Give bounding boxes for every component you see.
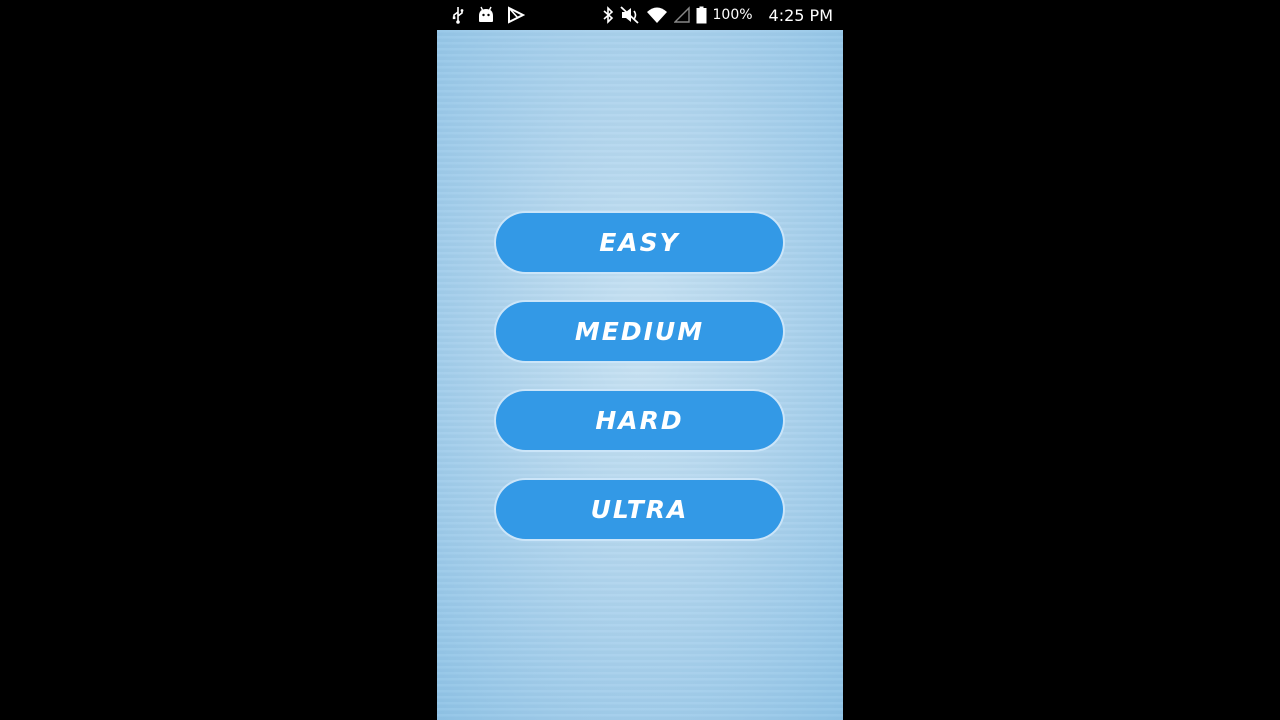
ultra-button[interactable]: ULTRA <box>494 478 785 541</box>
status-bar: 100% 4:25 PM <box>437 0 843 30</box>
battery-icon <box>696 5 707 25</box>
android-icon <box>477 5 495 25</box>
medium-button[interactable]: MEDIUM <box>494 300 785 363</box>
easy-button-label: EASY <box>599 228 680 257</box>
mute-icon <box>619 5 640 25</box>
wifi-icon <box>646 5 668 25</box>
usb-icon <box>451 5 465 25</box>
system-icons: 100% 4:25 PM <box>596 0 833 30</box>
bluetooth-icon <box>602 5 614 25</box>
notification-icons <box>451 0 537 30</box>
ultra-button-label: ULTRA <box>590 495 689 524</box>
battery-percent: 100% <box>712 7 753 23</box>
medium-button-label: MEDIUM <box>574 317 705 346</box>
easy-button[interactable]: EASY <box>494 211 785 274</box>
difficulty-menu: EASY MEDIUM HARD ULTRA <box>494 211 785 541</box>
hard-button-label: HARD <box>595 406 684 435</box>
clock: 4:25 PM <box>768 5 833 25</box>
play-store-icon <box>507 5 525 25</box>
signal-icon <box>673 5 690 25</box>
app-screen: EASY MEDIUM HARD ULTRA <box>437 30 843 720</box>
hard-button[interactable]: HARD <box>494 389 785 452</box>
